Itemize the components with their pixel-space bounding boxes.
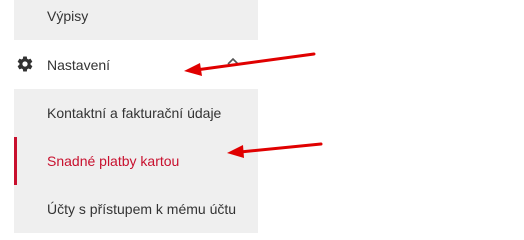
arrow-to-snadne-platby	[227, 142, 323, 158]
annotation-arrows	[184, 52, 323, 158]
arrow-to-nastaveni	[184, 52, 316, 76]
